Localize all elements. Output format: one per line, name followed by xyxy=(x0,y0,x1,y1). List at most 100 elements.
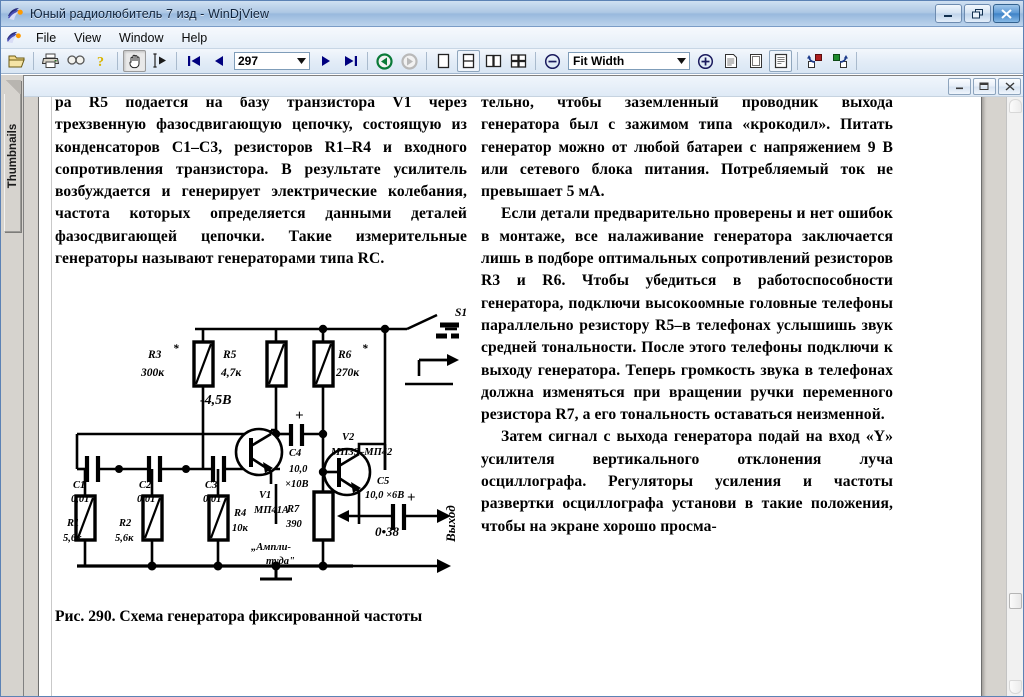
menu-file[interactable]: File xyxy=(27,29,65,47)
svg-text:?: ? xyxy=(97,55,104,69)
sidebar-tab-thumbnails[interactable]: Thumbnails xyxy=(4,80,21,232)
r7-label: R7 xyxy=(286,504,300,515)
menu-bar: File View Window Help xyxy=(1,27,1023,49)
c4-value: 10,0 xyxy=(289,464,308,475)
c4-value2: ×10В xyxy=(285,479,309,490)
menu-view[interactable]: View xyxy=(65,29,110,47)
page-binding-edge xyxy=(39,97,52,696)
scroll-thumb[interactable] xyxy=(1009,593,1022,609)
zoom-in-button[interactable] xyxy=(694,50,717,72)
single-page-layout-button[interactable] xyxy=(432,50,455,72)
v2-type: МП39–МП42 xyxy=(330,447,393,458)
zoom-out-button[interactable] xyxy=(541,50,564,72)
c1-value: 0,01 xyxy=(71,494,89,505)
zoom-input[interactable] xyxy=(569,53,673,69)
r2-value: 5,6к xyxy=(115,533,134,544)
r3-label: R3 xyxy=(147,349,162,361)
thumbnails-tab-label: Thumbnails xyxy=(6,123,19,189)
menu-help[interactable]: Help xyxy=(173,29,217,47)
page-dropdown-arrow[interactable] xyxy=(293,53,309,69)
v2-label: V2 xyxy=(342,432,355,443)
rotate-left-button[interactable] xyxy=(803,50,826,72)
v1-label: V1 xyxy=(259,490,271,501)
scroll-down-button[interactable] xyxy=(1009,680,1022,694)
c2-label: С2 xyxy=(139,480,152,491)
find-icon[interactable] xyxy=(64,50,87,72)
fit-page-button[interactable] xyxy=(719,50,742,72)
forward-button[interactable] xyxy=(398,50,421,72)
scroll-up-button[interactable] xyxy=(1009,99,1022,113)
document-minimize-button[interactable] xyxy=(948,77,971,95)
c3-label: С3 xyxy=(205,480,217,491)
zoom-dropdown-arrow[interactable] xyxy=(673,53,689,69)
r7-caption-line1: „Ампли- xyxy=(251,542,292,553)
paragraph: тельно, чтобы заземленный проводник выхо… xyxy=(481,97,893,201)
page-viewport[interactable]: ра R5 подается на базу транзистора V1 че… xyxy=(24,97,1006,696)
close-button[interactable] xyxy=(993,4,1020,23)
menu-window[interactable]: Window xyxy=(110,29,172,47)
vertical-scrollbar[interactable] xyxy=(1006,97,1023,696)
c3-value: 0,01 xyxy=(203,494,221,505)
first-page-button[interactable] xyxy=(182,50,205,72)
r5-label: R5 xyxy=(222,349,237,361)
about-icon[interactable]: ? xyxy=(89,50,112,72)
r4-value: 10к xyxy=(232,523,249,534)
rc-oscillator-schematic: S1 + + R3 * 300к R5 4,7к R6 * 270к -4,5В… xyxy=(63,307,467,581)
page-number-box[interactable] xyxy=(234,52,310,70)
r2-label: R2 xyxy=(118,518,132,529)
bias-voltage-label: -4,5В xyxy=(200,393,232,408)
fit-width-button[interactable] xyxy=(744,50,767,72)
right-text-column: тельно, чтобы заземленный проводник выхо… xyxy=(481,97,893,538)
minimize-button[interactable] xyxy=(935,4,962,23)
r7-value: 390 xyxy=(285,519,303,530)
figure-caption: Рис. 290. Схема генератора фиксированной… xyxy=(55,608,423,626)
r6-star: * xyxy=(362,343,368,355)
window-controls xyxy=(933,1,1023,26)
select-tool-button[interactable] xyxy=(148,50,171,72)
c5-label: С5 xyxy=(377,476,389,487)
continuous-facing-layout-button[interactable] xyxy=(507,50,530,72)
paragraph: Затем сигнал с выхода генератора подай н… xyxy=(481,428,893,535)
continuous-layout-button[interactable] xyxy=(457,50,480,72)
c5-value: 10,0 ×6В xyxy=(365,490,404,501)
open-button[interactable] xyxy=(5,50,28,72)
c5-plus-sign: + xyxy=(407,490,416,506)
left-text-column: ра R5 подается на базу транзистора V1 че… xyxy=(55,97,467,629)
print-button[interactable] xyxy=(39,50,62,72)
r4-label: R4 xyxy=(233,508,246,519)
previous-page-button[interactable] xyxy=(207,50,230,72)
last-page-button[interactable] xyxy=(339,50,362,72)
toolbar: ? xyxy=(1,49,1023,74)
client-area: Thumbnails ра R5 подается на базу транзи… xyxy=(1,74,1023,696)
next-page-button[interactable] xyxy=(314,50,337,72)
r6-label: R6 xyxy=(337,349,352,361)
document-close-button[interactable] xyxy=(998,77,1021,95)
r7-sub-marking: 0•38 xyxy=(375,524,400,539)
zoom-combo[interactable] xyxy=(568,52,690,70)
page-number-input[interactable] xyxy=(235,53,293,69)
r1-label: R1 xyxy=(66,518,79,529)
c4-label: С4 xyxy=(289,448,301,459)
document-window-caption xyxy=(24,76,1023,97)
r3-value: 300к xyxy=(140,367,165,379)
rotate-right-button[interactable] xyxy=(828,50,851,72)
document-restore-button[interactable] xyxy=(973,77,996,95)
figure-290: S1 + + R3 * 300к R5 4,7к R6 * 270к -4,5В… xyxy=(55,284,467,606)
app-icon xyxy=(6,5,24,23)
back-button[interactable] xyxy=(373,50,396,72)
tab-corner-fold xyxy=(4,80,21,94)
maximize-button[interactable] xyxy=(964,4,991,23)
paragraph: Если детали предварительно проверены и н… xyxy=(481,205,893,424)
r3-star: * xyxy=(173,343,179,355)
actual-size-button[interactable] xyxy=(769,50,792,72)
c1-label: С1 xyxy=(73,480,85,491)
r5-value: 4,7к xyxy=(220,367,242,379)
menu-app-icon xyxy=(5,29,22,46)
s1-label: S1 xyxy=(455,307,467,319)
v1-type: МП41А xyxy=(253,505,289,516)
r7-caption-line2: туда" xyxy=(266,556,295,567)
facing-layout-button[interactable] xyxy=(482,50,505,72)
hand-tool-button[interactable] xyxy=(123,50,146,72)
r1-value: 5,6к xyxy=(63,533,82,544)
title-bar: Юный радиолюбитель 7 изд - WinDjView xyxy=(1,1,1023,27)
